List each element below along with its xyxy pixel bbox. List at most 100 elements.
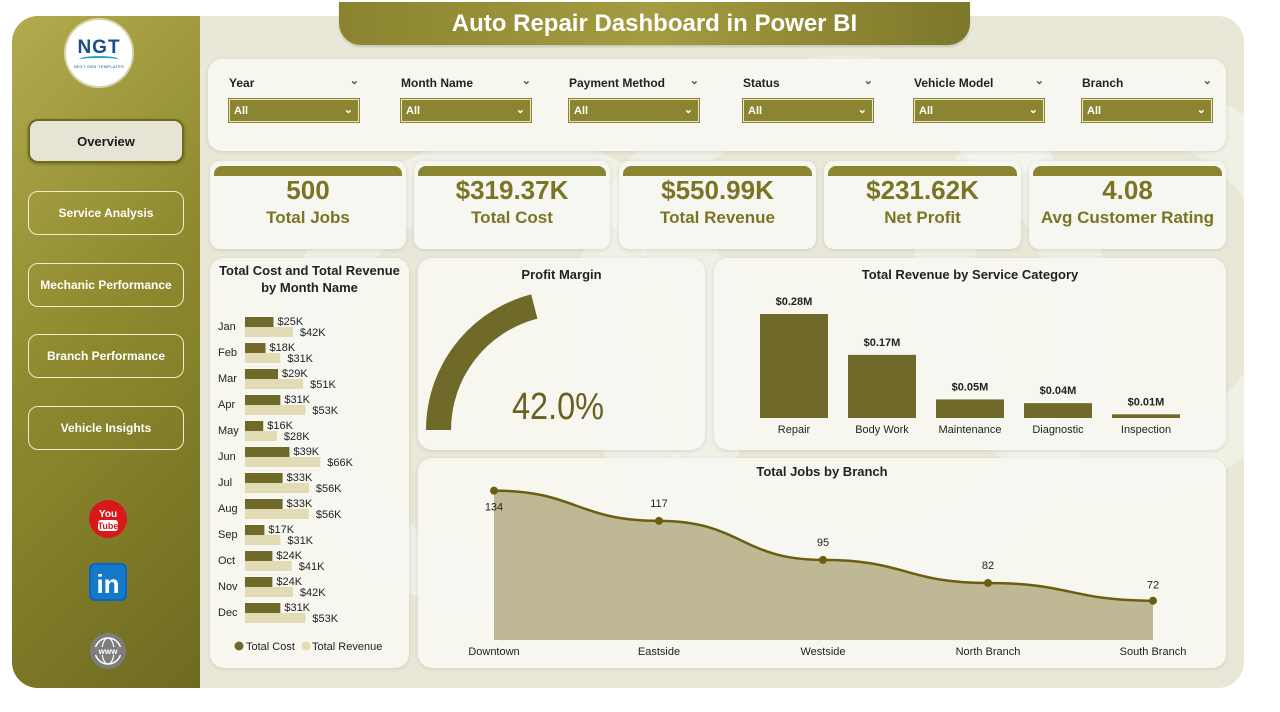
area-data-point bbox=[490, 486, 498, 495]
service-category-tick-label: Diagnostic bbox=[1032, 424, 1084, 436]
nav-vehicle-insights-button[interactable]: Vehicle Insights bbox=[28, 406, 184, 450]
chevron-down-icon[interactable]: ⌄ bbox=[1203, 74, 1212, 87]
svg-text:Tube: Tube bbox=[98, 521, 119, 531]
total-cost-bar bbox=[245, 603, 281, 613]
logo-swoosh bbox=[79, 55, 119, 63]
total-revenue-data-label: $56K bbox=[316, 509, 342, 521]
filter-label: Vehicle Model ⌄ bbox=[914, 74, 1044, 90]
kpi-avg-customer-rating: 4.08 Avg Customer Rating bbox=[1029, 161, 1226, 249]
total-revenue-bar bbox=[245, 353, 281, 363]
total-revenue-data-label: $31K bbox=[287, 535, 313, 547]
dropdown-arrow-icon: ⌄ bbox=[683, 104, 693, 116]
service-category-panel: Total Revenue by Service Category $0.28M… bbox=[714, 258, 1226, 450]
svg-text:www: www bbox=[98, 647, 118, 656]
vehicle-model-dropdown[interactable]: All ⌄ bbox=[914, 99, 1044, 122]
branch-tick-label: North Branch bbox=[956, 646, 1021, 658]
month-tick-label: Aug bbox=[218, 503, 238, 515]
kpi-label: Total Revenue bbox=[660, 208, 775, 227]
kpi-value: 500 bbox=[286, 175, 330, 205]
kpi-total-cost: $319.37K Total Cost bbox=[414, 161, 610, 249]
area-data-label: 95 bbox=[817, 537, 829, 549]
chevron-down-icon[interactable]: ⌄ bbox=[1035, 74, 1044, 87]
month-bar-chart: Jan $25K$42KFeb $18K$31KMar $29K$51KApr $31K… bbox=[218, 316, 382, 653]
filter-label: Status ⌄ bbox=[743, 74, 873, 90]
total-revenue-data-label: $66K bbox=[327, 457, 353, 469]
total-cost-data-label: $29K bbox=[282, 368, 308, 380]
month-tick-label: Oct bbox=[218, 555, 235, 567]
branch-tick-label: Downtown bbox=[468, 646, 519, 658]
area-data-point bbox=[1149, 596, 1157, 605]
year-dropdown[interactable]: All ⌄ bbox=[229, 99, 359, 122]
service-category-data-label: $0.05M bbox=[952, 381, 989, 393]
total-revenue-bar bbox=[245, 457, 321, 467]
legend-label-total-cost: Total Cost bbox=[246, 641, 295, 653]
month-tick-label: Feb bbox=[218, 347, 237, 359]
total-cost-data-label: $33K bbox=[287, 472, 313, 484]
profit-margin-gauge: 42.0% bbox=[426, 294, 604, 430]
area-data-point bbox=[984, 578, 992, 587]
branch-dropdown[interactable]: All ⌄ bbox=[1082, 99, 1212, 122]
total-revenue-bar bbox=[245, 431, 277, 441]
service-category-bar-chart: $0.28M Repair $0.17M Body Work $0.05M Mainten… bbox=[760, 296, 1180, 436]
chevron-down-icon[interactable]: ⌄ bbox=[522, 74, 531, 87]
total-cost-data-label: $31K bbox=[284, 394, 310, 406]
kpi-total-revenue: $550.99K Total Revenue bbox=[619, 161, 816, 249]
total-revenue-bar bbox=[245, 587, 293, 597]
area-data-point bbox=[655, 516, 663, 525]
total-revenue-bar bbox=[245, 535, 281, 545]
dropdown-arrow-icon: ⌄ bbox=[515, 104, 525, 116]
website-icon[interactable]: www bbox=[88, 631, 128, 671]
nav-mechanic-performance-button[interactable]: Mechanic Performance bbox=[28, 263, 184, 307]
jobs-by-branch-panel: Total Jobs by Branch 134 Downtown 117 Easts… bbox=[418, 458, 1226, 668]
filter-vehicle-model: Vehicle Model ⌄ All ⌄ bbox=[914, 74, 1044, 122]
area-data-label: 117 bbox=[650, 498, 668, 510]
area-data-label: 82 bbox=[982, 560, 994, 572]
filter-status: Status ⌄ All ⌄ bbox=[743, 74, 873, 122]
total-revenue-data-label: $41K bbox=[299, 561, 325, 573]
youtube-icon[interactable]: You Tube bbox=[88, 499, 128, 539]
chevron-down-icon[interactable]: ⌄ bbox=[350, 74, 359, 87]
jobs-by-branch-area-chart: 134 Downtown 117 Eastside 95 Westside 82 North … bbox=[468, 486, 1186, 658]
kpi-value: $231.62K bbox=[866, 175, 979, 205]
total-revenue-data-label: $42K bbox=[300, 587, 326, 599]
filter-panel bbox=[208, 59, 1226, 151]
month-name-dropdown[interactable]: All ⌄ bbox=[401, 99, 531, 122]
nav-branch-performance-button[interactable]: Branch Performance bbox=[28, 334, 184, 378]
total-cost-bar bbox=[245, 525, 265, 535]
gauge-value-label: 42.0% bbox=[512, 386, 604, 428]
kpi-total-jobs: 500 Total Jobs bbox=[210, 161, 406, 249]
legend-marker-total-revenue bbox=[301, 641, 311, 651]
area-data-label: 134 bbox=[485, 502, 503, 514]
nav-overview-button[interactable]: Overview bbox=[28, 119, 184, 163]
total-cost-data-label: $24K bbox=[276, 576, 302, 588]
service-category-tick-label: Body Work bbox=[855, 424, 909, 436]
linkedin-icon[interactable]: in bbox=[88, 562, 128, 602]
total-revenue-data-label: $53K bbox=[312, 613, 338, 625]
payment-method-dropdown[interactable]: All ⌄ bbox=[569, 99, 699, 122]
dropdown-arrow-icon: ⌄ bbox=[1196, 104, 1206, 116]
service-category-tick-label: Maintenance bbox=[939, 424, 1002, 436]
chevron-down-icon[interactable]: ⌄ bbox=[864, 74, 873, 87]
month-tick-label: Jun bbox=[218, 451, 236, 463]
total-revenue-bar bbox=[245, 405, 306, 415]
total-cost-bar bbox=[245, 369, 279, 379]
chevron-down-icon[interactable]: ⌄ bbox=[690, 74, 699, 87]
service-category-tick-label: Repair bbox=[778, 424, 811, 436]
filter-label: Month Name ⌄ bbox=[401, 74, 531, 90]
service-category-tick-label: Inspection bbox=[1121, 424, 1171, 436]
total-revenue-data-label: $28K bbox=[284, 431, 310, 443]
dropdown-arrow-icon: ⌄ bbox=[857, 104, 867, 116]
nav-service-analysis-button[interactable]: Service Analysis bbox=[28, 191, 184, 235]
total-revenue-data-label: $56K bbox=[316, 483, 342, 495]
total-cost-bar bbox=[245, 551, 273, 561]
total-revenue-bar bbox=[245, 509, 309, 519]
total-cost-data-label: $39K bbox=[293, 446, 319, 458]
month-tick-label: Mar bbox=[218, 373, 237, 385]
dropdown-arrow-icon: ⌄ bbox=[343, 104, 353, 116]
total-revenue-bar bbox=[245, 613, 306, 623]
kpi-label: Total Jobs bbox=[266, 208, 350, 227]
total-cost-bar bbox=[245, 577, 273, 587]
status-dropdown[interactable]: All ⌄ bbox=[743, 99, 873, 122]
kpi-label: Total Cost bbox=[471, 208, 553, 227]
total-revenue-bar bbox=[245, 327, 293, 337]
